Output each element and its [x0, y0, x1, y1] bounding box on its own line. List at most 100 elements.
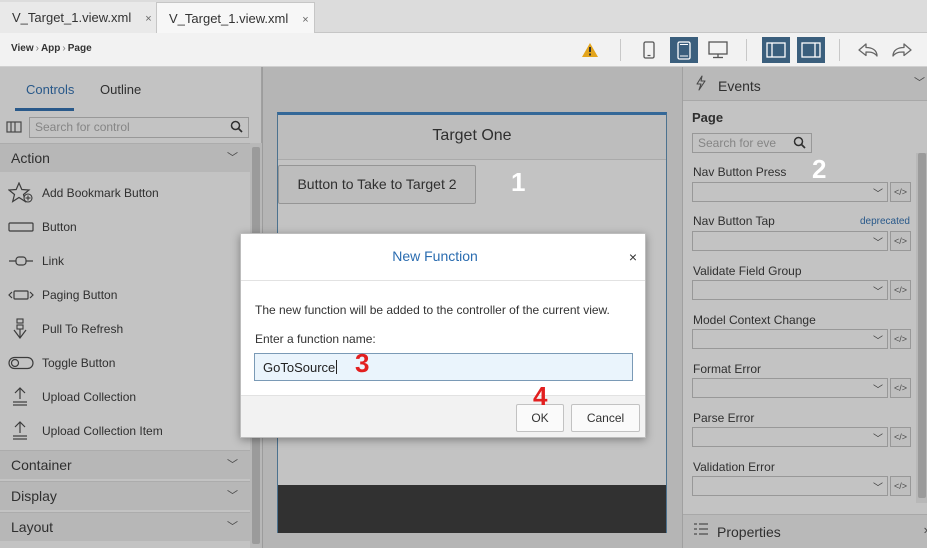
tablet-icon[interactable]: [670, 37, 698, 63]
chevron-down-icon: ﹀: [873, 238, 883, 249]
editor-tab-1[interactable]: V_Target_1.view.xml ×: [0, 2, 157, 33]
event-handler-select[interactable]: ﹀: [692, 280, 888, 300]
event-handler-select[interactable]: ﹀: [692, 329, 888, 349]
palette-tabs: Controls Outline: [0, 67, 262, 111]
code-editor-button[interactable]: </>: [890, 182, 911, 202]
category-container[interactable]: Container ﹀: [0, 450, 250, 479]
events-title: Events: [718, 78, 761, 94]
section-title: Page: [692, 110, 724, 125]
code-editor-button[interactable]: </>: [890, 378, 911, 398]
search-icon[interactable]: [230, 120, 243, 136]
category-display[interactable]: Display ﹀: [0, 481, 250, 510]
events-header[interactable]: Events ﹀: [683, 67, 927, 101]
search-icon[interactable]: [793, 136, 806, 152]
deprecated-badge: deprecated: [859, 216, 910, 227]
library-icon[interactable]: [6, 120, 22, 137]
active-tab-indicator: [15, 108, 74, 111]
control-paging-button[interactable]: Paging Button: [0, 277, 250, 311]
right-panel-icon[interactable]: [797, 37, 825, 63]
category-layout[interactable]: Layout ﹀: [0, 512, 250, 541]
event-handler-select[interactable]: ﹀: [692, 476, 888, 496]
redo-icon[interactable]: [888, 37, 916, 63]
control-link[interactable]: Link: [0, 243, 250, 277]
controls-palette: Controls Outline Search for control Acti…: [0, 67, 262, 548]
left-panel-icon[interactable]: [762, 37, 790, 63]
control-button[interactable]: Button: [0, 209, 250, 243]
navigate-button[interactable]: Button to Take to Target 2: [278, 165, 476, 204]
toggle-icon: [8, 353, 36, 373]
breadcrumb: View › App › Page: [11, 43, 92, 54]
control-label: Paging Button: [42, 288, 118, 302]
pull-refresh-icon: [8, 318, 36, 339]
paging-button-icon: [8, 285, 36, 305]
control-label: Toggle Button: [42, 356, 116, 370]
close-icon[interactable]: ×: [145, 13, 151, 25]
function-name-input[interactable]: GoToSource: [254, 353, 633, 381]
control-upload-collection-item[interactable]: Upload Collection Item: [0, 413, 250, 447]
editor-tab-2[interactable]: V_Target_1.view.xml ×: [157, 2, 315, 33]
dialog-title: New Function: [392, 248, 478, 264]
breadcrumb-item[interactable]: App: [41, 43, 60, 54]
dialog-header: New Function ×: [241, 234, 645, 281]
event-search-input[interactable]: Search for eve: [692, 133, 812, 153]
chevron-down-icon: ﹀: [873, 434, 883, 445]
warning-icon[interactable]: [576, 37, 604, 63]
editor-tab-bar: V_Target_1.view.xml × V_Target_1.view.xml…: [0, 0, 927, 33]
phone-icon[interactable]: [635, 37, 663, 63]
control-upload-collection[interactable]: Upload Collection: [0, 379, 250, 413]
event-label: Format Error: [693, 362, 762, 376]
layout-editor-toolbar: View › App › Page: [0, 33, 927, 67]
lightning-icon: [695, 75, 707, 94]
page-footer[interactable]: [278, 485, 666, 533]
breadcrumb-item[interactable]: Page: [68, 43, 92, 54]
category-label: Layout: [11, 519, 54, 535]
undo-icon[interactable]: [854, 37, 882, 63]
close-icon[interactable]: ×: [629, 249, 637, 265]
star-add-icon: [8, 182, 36, 203]
control-label: Button: [42, 220, 77, 234]
text-caret: [336, 360, 338, 374]
chevron-right-icon[interactable]: ›: [924, 522, 927, 537]
event-handler-select[interactable]: ﹀: [692, 427, 888, 447]
control-search-input[interactable]: Search for control: [29, 117, 249, 138]
event-label: Validation Error: [693, 460, 775, 474]
properties-title: Properties: [717, 524, 781, 540]
chevron-down-icon: ﹀: [873, 483, 883, 494]
event-label: Parse Error: [693, 411, 755, 425]
code-editor-button[interactable]: </>: [890, 280, 911, 300]
events-scrollbar[interactable]: [916, 153, 927, 503]
event-handler-select[interactable]: ﹀: [692, 378, 888, 398]
properties-header[interactable]: Properties ›: [683, 514, 927, 548]
cancel-button[interactable]: Cancel: [571, 404, 640, 432]
event-handler-select[interactable]: ﹀: [692, 182, 888, 202]
control-label: Pull To Refresh: [42, 322, 124, 336]
link-icon: [8, 251, 36, 271]
close-icon[interactable]: ×: [302, 14, 308, 26]
breadcrumb-item[interactable]: View: [11, 43, 34, 54]
tab-outline[interactable]: Outline: [100, 82, 141, 97]
category-action[interactable]: Action ﹀: [0, 143, 250, 172]
category-label: Display: [11, 488, 57, 504]
category-label: Action: [11, 150, 50, 166]
code-editor-button[interactable]: </>: [890, 476, 911, 496]
tab-controls[interactable]: Controls: [26, 82, 74, 97]
code-editor-button[interactable]: </>: [890, 427, 911, 447]
tab-label: V_Target_1.view.xml: [12, 10, 132, 25]
control-label: Add Bookmark Button: [42, 186, 159, 200]
control-toggle-button[interactable]: Toggle Button: [0, 345, 250, 379]
page-header[interactable]: Target One: [278, 115, 666, 160]
code-editor-button[interactable]: </>: [890, 329, 911, 349]
dialog-message: The new function will be added to the co…: [255, 303, 610, 317]
code-editor-button[interactable]: </>: [890, 231, 911, 251]
control-pull-to-refresh[interactable]: Pull To Refresh: [0, 311, 250, 345]
control-add-bookmark-button[interactable]: Add Bookmark Button: [0, 175, 250, 209]
chevron-down-icon: ﹀: [873, 189, 883, 200]
event-label: Validate Field Group: [693, 264, 802, 278]
annotation-3: 3: [355, 348, 370, 378]
chevron-down-icon: ﹀: [227, 521, 238, 533]
event-handler-select[interactable]: ﹀: [692, 231, 888, 251]
chevron-down-icon: ﹀: [873, 336, 883, 347]
desktop-icon[interactable]: [704, 37, 732, 63]
event-label: Nav Button Tap: [693, 214, 775, 228]
chevron-down-icon[interactable]: ﹀: [914, 74, 925, 90]
